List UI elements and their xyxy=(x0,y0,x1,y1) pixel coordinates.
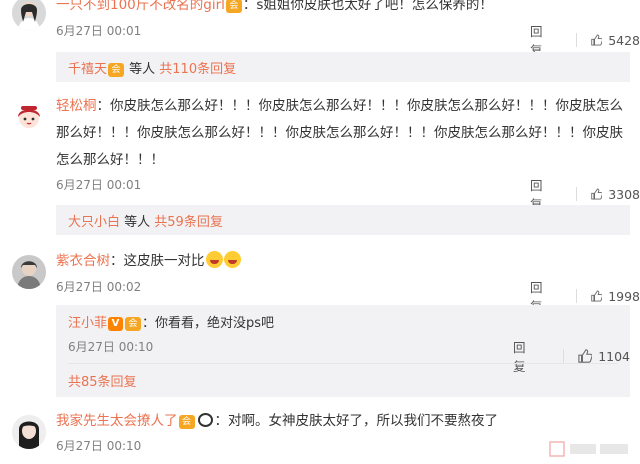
sub-reply-middle: 等人 xyxy=(125,62,160,77)
like-count: 3308 xyxy=(608,186,640,202)
thumb-up-icon[interactable] xyxy=(590,288,603,304)
watermark-logo xyxy=(549,441,628,457)
like-count: 5428 xyxy=(608,32,640,48)
reply-button[interactable]: 回复 xyxy=(513,337,535,375)
comment-username[interactable]: 一只不到100斤不改名的girl xyxy=(56,0,225,13)
avatar[interactable] xyxy=(12,415,46,449)
sub-reply-username[interactable]: 大只小白 xyxy=(68,215,120,230)
comment-time: 6月27日 00:02 xyxy=(56,280,142,294)
comment-text: 轻松桐：你皮肤怎么那么好！！！你皮肤怎么那么好！！！你皮肤怎么那么好！！！你皮肤… xyxy=(56,93,630,174)
divider xyxy=(563,349,565,363)
comment-time: 6月27日 00:10 xyxy=(56,439,142,453)
member-badge-icon: 会 xyxy=(125,317,142,331)
like-count: 1104 xyxy=(598,348,630,364)
reply-total-link[interactable]: 共59条回复 xyxy=(154,215,223,230)
more-replies-link[interactable]: 千禧天会 等人 共110条回复 xyxy=(68,58,236,77)
thumb-up-icon[interactable] xyxy=(590,186,603,202)
reply-total-link[interactable]: 共110条回复 xyxy=(159,62,236,77)
more-replies-link[interactable]: 大只小白 等人 共59条回复 xyxy=(68,211,223,230)
thumb-up-icon[interactable] xyxy=(578,348,593,364)
comment-item: 紫衣合树：这皮肤一对比 6月27日 00:02 回复 1998 汪小菲V会：你看… xyxy=(0,245,640,405)
thumb-up-icon[interactable] xyxy=(590,32,603,48)
sub-replies-box: 汪小菲 V 会：你看看，绝对没ps吧 6月27日 00:10 回复 1104 共85… xyxy=(56,305,630,397)
member-badge-icon: 会 xyxy=(225,0,242,13)
comment-username[interactable]: 紫衣合树 xyxy=(56,253,110,269)
sub-reply-middle: 等人 xyxy=(120,215,155,230)
comment-username[interactable]: 轻松桐 xyxy=(56,98,97,114)
sub-reply-actions: 回复 1104 xyxy=(513,337,630,375)
avatar[interactable] xyxy=(12,0,46,30)
avatar[interactable] xyxy=(12,100,46,134)
sub-reply-content: ：你看看，绝对没ps吧 xyxy=(142,316,275,331)
member-badge-icon: 会 xyxy=(178,415,195,429)
comment-content: ：你皮肤怎么那么好！！！你皮肤怎么那么好！！！你皮肤怎么那么好！！！你皮肤怎么那… xyxy=(56,98,623,168)
sub-replies-box: 大只小白 等人 共59条回复 xyxy=(56,205,630,235)
divider xyxy=(575,289,577,303)
like-count: 1998 xyxy=(608,288,640,304)
sub-reply-text: 汪小菲 V 会：你看看，绝对没ps吧 xyxy=(68,312,274,331)
comment-text: 我家先生太会撩人了会 ：对啊。女神皮肤太好了，所以我们不要熬夜了 xyxy=(56,408,630,435)
sub-reply-username[interactable]: 千禧天 xyxy=(68,62,107,77)
divider xyxy=(575,33,577,47)
divider xyxy=(68,363,618,364)
reply-total-link[interactable]: 共85条回复 xyxy=(68,371,137,390)
laugh-emoji-icon xyxy=(223,251,241,268)
avatar[interactable] xyxy=(12,255,46,289)
comment-item: 一只不到100斤不改名的girl 会：s姐姐你皮肤也太好了吧！怎么保养的！ 6月2… xyxy=(0,0,640,90)
comment-content: ：对啊。女神皮肤太好了，所以我们不要熬夜了 xyxy=(214,413,499,429)
panda-icon xyxy=(197,413,213,427)
member-badge-icon: 会 xyxy=(108,63,125,77)
comment-text: 一只不到100斤不改名的girl 会：s姐姐你皮肤也太好了吧！怎么保养的！ xyxy=(56,0,630,19)
comment-time: 6月27日 00:01 xyxy=(56,24,142,38)
comment-text: 紫衣合树：这皮肤一对比 xyxy=(56,248,630,275)
sub-reply-time: 6月27日 00:10 xyxy=(68,340,154,354)
comment-username[interactable]: 我家先生太会撩人了 xyxy=(56,413,178,429)
verified-v-icon: V xyxy=(108,317,124,331)
comment-content: ：s姐姐你皮肤也太好了吧！怎么保养的！ xyxy=(242,0,493,13)
sub-reply-username[interactable]: 汪小菲 xyxy=(68,316,107,331)
comment-content: ：这皮肤一对比 xyxy=(110,253,205,269)
sub-replies-box: 千禧天会 等人 共110条回复 xyxy=(56,52,630,82)
comment-item: 轻松桐：你皮肤怎么那么好！！！你皮肤怎么那么好！！！你皮肤怎么那么好！！！你皮肤… xyxy=(0,90,640,245)
laugh-cry-emoji-icon xyxy=(205,251,223,268)
comment-item: 我家先生太会撩人了会 ：对啊。女神皮肤太好了，所以我们不要熬夜了 6月27日 00… xyxy=(0,405,640,464)
comment-time: 6月27日 00:01 xyxy=(56,178,142,192)
divider xyxy=(575,187,577,201)
